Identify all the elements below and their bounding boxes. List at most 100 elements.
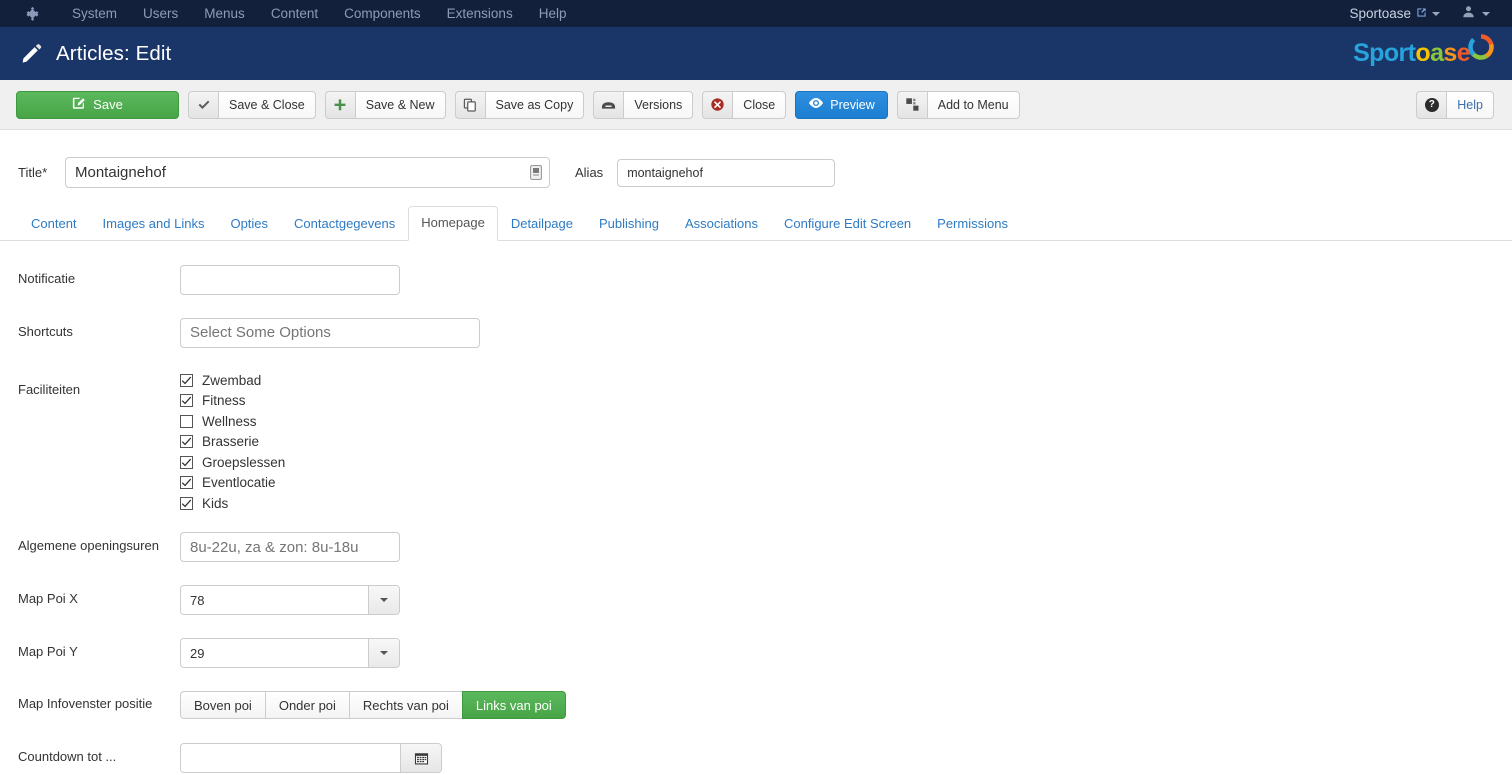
homepage-tab-panel: Notificatie Shortcuts Faciliteiten Zwem (0, 241, 1512, 774)
openingsuren-input[interactable] (180, 532, 400, 563)
checkbox-zwembad-label: Zwembad (202, 372, 262, 388)
tab-publishing[interactable]: Publishing (586, 207, 672, 241)
preview-button-label: Preview (830, 97, 875, 112)
edit-tabs: Content Images and Links Opties Contactg… (0, 206, 1512, 241)
nav-item-extensions[interactable]: Extensions (434, 0, 526, 27)
preview-button[interactable]: Preview (795, 90, 888, 119)
map-poi-x-select[interactable]: 78 (180, 585, 400, 616)
alias-input[interactable] (617, 158, 836, 187)
nav-item-menus[interactable]: Menus (191, 0, 258, 27)
field-countdown: Countdown tot ... (0, 743, 1512, 774)
map-poi-y-select[interactable]: 29 (180, 638, 400, 669)
tab-homepage[interactable]: Homepage (408, 206, 498, 241)
editor-toolbar: Save Save & Close Save & New Save as Cop… (0, 80, 1512, 130)
radio-onder-poi[interactable]: Onder poi (264, 691, 349, 720)
navbar-right: Sportoase (1339, 0, 1512, 27)
checkbox-eventlocatie[interactable]: Eventlocatie (180, 476, 1512, 490)
shortcuts-input[interactable] (180, 317, 480, 348)
save-button[interactable]: Save (16, 90, 179, 119)
checkbox-fitness[interactable]: Fitness (180, 394, 1512, 408)
close-button-label: Close (732, 90, 787, 119)
checkbox-brasserie-label: Brasserie (202, 434, 260, 450)
checkbox-kids-label: Kids (202, 495, 229, 511)
tab-images-and-links[interactable]: Images and Links (90, 207, 218, 241)
checkbox-zwembad[interactable]: Zwembad (180, 374, 1512, 388)
checkbox-checked-icon (180, 455, 193, 469)
faciliteiten-label: Faciliteiten (18, 381, 81, 397)
save-new-button-label: Save & New (354, 90, 446, 119)
calendar-icon[interactable] (400, 744, 441, 773)
tab-opties[interactable]: Opties (217, 207, 281, 241)
nav-item-users[interactable]: Users (130, 0, 191, 27)
alias-label: Alias (575, 165, 604, 180)
tab-contactgegevens[interactable]: Contactgegevens (281, 207, 408, 241)
nav-item-content[interactable]: Content (258, 0, 331, 27)
tab-associations[interactable]: Associations (672, 207, 771, 241)
radio-boven-poi[interactable]: Boven poi (180, 691, 265, 720)
save-close-button[interactable]: Save & Close (188, 90, 316, 119)
tab-detailpage[interactable]: Detailpage (498, 207, 586, 241)
shortcuts-control (180, 317, 1512, 348)
top-navbar: System Users Menus Content Components Ex… (0, 0, 1512, 27)
nav-item-system[interactable]: System (59, 0, 130, 27)
save-pencil-icon (72, 96, 86, 113)
check-icon (188, 90, 218, 119)
add-to-menu-button-label: Add to Menu (926, 90, 1020, 119)
close-circle-icon (702, 90, 733, 119)
faciliteiten-control: Zwembad Fitness Wellness Brasserie Groep… (180, 373, 1512, 511)
add-to-menu-button[interactable]: Add to Menu (896, 90, 1020, 119)
chevron-down-icon[interactable] (368, 639, 399, 668)
field-map-infovenster-positie: Map Infovenster positie Boven poi Onder … (0, 691, 1512, 720)
versions-button[interactable]: Versions (593, 90, 694, 119)
field-shortcuts: Shortcuts (0, 317, 1512, 348)
checkbox-wellness[interactable]: Wellness (180, 415, 1512, 429)
help-button[interactable]: ? Help (1416, 90, 1494, 119)
tab-permissions[interactable]: Permissions (924, 207, 1021, 241)
help-button-label: Help (1446, 90, 1494, 119)
nav-item-help[interactable]: Help (526, 0, 580, 27)
map-poi-x-control: 78 (180, 585, 1512, 616)
title-label: Title* (18, 165, 65, 180)
chevron-down-glyph (380, 598, 388, 603)
sportoase-logo: Sportoase (1353, 33, 1496, 67)
eye-icon (808, 97, 824, 112)
checkbox-eventlocatie-label: Eventlocatie (202, 475, 276, 491)
save-new-button[interactable]: Save & New (324, 90, 446, 119)
map-poi-y-value: 29 (181, 639, 368, 668)
tab-content[interactable]: Content (18, 207, 90, 241)
openingsuren-control (180, 532, 1512, 563)
countdown-label: Countdown tot ... (18, 749, 117, 765)
radio-links-van-poi[interactable]: Links van poi (461, 691, 566, 720)
map-poi-x-value: 78 (181, 586, 368, 615)
editor-toggle-icon[interactable] (529, 165, 542, 181)
question-circle-icon: ? (1416, 90, 1447, 119)
checkbox-checked-icon (180, 373, 193, 387)
title-input[interactable] (65, 157, 550, 188)
field-faciliteiten: Faciliteiten Zwembad Fitness Wellness Br… (0, 373, 1512, 511)
openingsuren-label: Algemene openingsuren (18, 538, 159, 554)
nav-item-components[interactable]: Components (331, 0, 434, 27)
tab-configure-edit-screen[interactable]: Configure Edit Screen (771, 207, 924, 241)
plus-icon (324, 90, 355, 119)
sportoase-ring-icon (1466, 32, 1496, 67)
user-menu-dropdown[interactable] (1450, 5, 1512, 23)
checkbox-groepslessen-label: Groepslessen (202, 454, 286, 470)
site-name-dropdown[interactable]: Sportoase (1339, 6, 1450, 21)
brand-part-s: s (1443, 38, 1457, 67)
checkbox-brasserie[interactable]: Brasserie (180, 435, 1512, 449)
close-button[interactable]: Close (702, 90, 787, 119)
countdown-input[interactable] (181, 744, 400, 773)
notificatie-input[interactable] (180, 264, 400, 295)
chevron-down-icon[interactable] (368, 586, 399, 615)
radio-rechts-van-poi[interactable]: Rechts van poi (348, 691, 462, 720)
save-as-copy-button[interactable]: Save as Copy (454, 90, 585, 119)
checkbox-groepslessen[interactable]: Groepslessen (180, 456, 1512, 470)
checkbox-checked-icon (180, 394, 193, 408)
joomla-logo-icon[interactable] (19, 4, 45, 24)
chevron-down-icon (1432, 11, 1440, 16)
save-button-label: Save (93, 97, 123, 112)
checkbox-kids[interactable]: Kids (180, 497, 1512, 511)
checkbox-checked-icon (180, 435, 193, 449)
checkbox-wellness-label: Wellness (202, 413, 257, 429)
page-subheader: Articles: Edit Sportoase (0, 27, 1512, 80)
